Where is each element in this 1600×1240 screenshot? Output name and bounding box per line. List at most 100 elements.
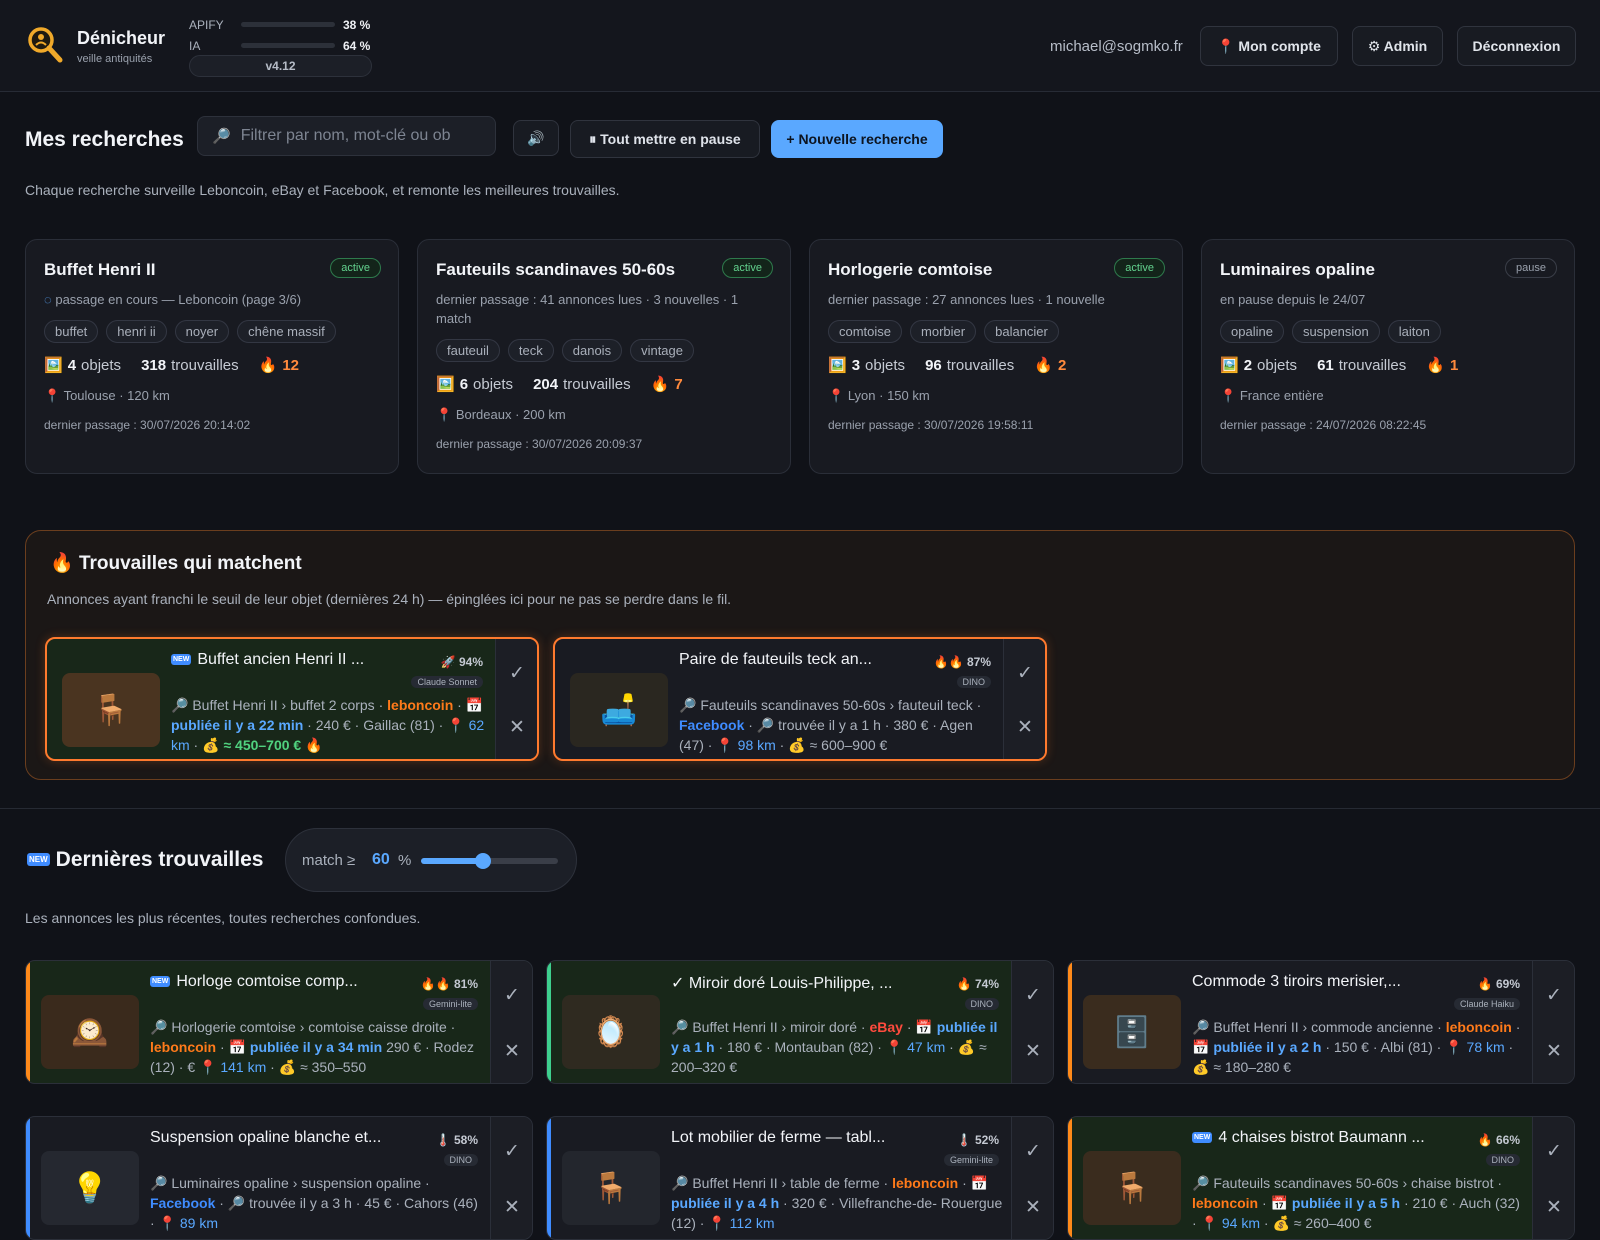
keyword-tag[interactable]: vintage bbox=[630, 339, 694, 362]
accept-button[interactable]: ✓ bbox=[1533, 975, 1574, 1015]
listing-title[interactable]: Lot mobilier de ferme — tabl... bbox=[671, 1129, 915, 1147]
accept-button[interactable]: ✓ bbox=[496, 653, 537, 693]
listing-thumbnail[interactable]: 🪞 bbox=[562, 995, 660, 1069]
listing-title[interactable]: NEW Horloge comtoise comp... bbox=[150, 973, 394, 991]
status-badge[interactable]: pause bbox=[1505, 258, 1557, 278]
slider-handle[interactable] bbox=[474, 853, 491, 869]
keyword-tag[interactable]: danois bbox=[561, 339, 623, 362]
match-score: 🔥 69% bbox=[1478, 977, 1520, 991]
keyword-tag[interactable]: comtoise bbox=[828, 320, 903, 343]
accept-button[interactable]: ✓ bbox=[1012, 1131, 1053, 1171]
match-threshold-slider[interactable]: match ≥ 60 % bbox=[285, 828, 577, 892]
keyword-tag[interactable]: opaline bbox=[1220, 320, 1284, 343]
listing-title[interactable]: Suspension opaline blanche et... bbox=[150, 1129, 394, 1147]
search-filter-input[interactable]: 🔎 Filtrer par nom, mot-clé ou ob bbox=[197, 116, 496, 156]
listing-title[interactable]: Paire de fauteuils teck an... bbox=[679, 651, 909, 669]
accept-button[interactable]: ✓ bbox=[491, 1131, 532, 1171]
listing-card[interactable]: 💡 Suspension opaline blanche et... 🌡️ 58% D… bbox=[25, 1116, 533, 1240]
logout-button[interactable]: Déconnexion bbox=[1457, 26, 1576, 66]
listing-actions: ✓ ✕ bbox=[490, 961, 532, 1083]
last-run: dernier passage : 30/07/2026 20:09:37 bbox=[436, 437, 643, 451]
keyword-tag[interactable]: laiton bbox=[1387, 320, 1441, 343]
listing-card[interactable]: 🗄️ Commode 3 tiroirs merisier,... 🔥 69% Cla… bbox=[1067, 960, 1575, 1084]
source-link[interactable]: leboncoin bbox=[387, 697, 453, 713]
keyword-tag[interactable]: henri ii bbox=[106, 320, 167, 343]
listing-title[interactable]: ✓ Miroir doré Louis-Philippe, ... bbox=[671, 973, 915, 993]
image-icon: 🖼️ bbox=[1220, 357, 1239, 374]
score-icon: 🚀 bbox=[440, 655, 456, 669]
source-link[interactable]: leboncoin bbox=[150, 1039, 216, 1055]
model-badge: DINO bbox=[443, 1154, 478, 1166]
keyword-tag[interactable]: suspension bbox=[1291, 320, 1380, 343]
listing-card[interactable]: 🪑 NEW 4 chaises bistrot Baumann ... 🔥 66% DI… bbox=[1067, 1116, 1575, 1240]
new-search-button[interactable]: + Nouvelle recherche bbox=[771, 120, 943, 158]
accept-button[interactable]: ✓ bbox=[491, 975, 532, 1015]
dismiss-button[interactable]: ✕ bbox=[1012, 1031, 1053, 1071]
listing-card[interactable]: 🪞 ✓ Miroir doré Louis-Philippe, ... 🔥 74% D… bbox=[546, 960, 1054, 1084]
score-icon: 🔥 bbox=[1477, 977, 1493, 991]
keyword-tag[interactable]: chêne massif bbox=[237, 320, 336, 343]
tag-list: opaline suspension laiton bbox=[1220, 320, 1556, 343]
status-badge[interactable]: active bbox=[1114, 258, 1165, 278]
listing-actions: ✓ ✕ bbox=[1532, 1117, 1574, 1239]
source-link[interactable]: Facebook bbox=[679, 717, 744, 733]
dismiss-button[interactable]: ✕ bbox=[1012, 1187, 1053, 1227]
search-card[interactable]: Fauteuils scandinaves 50-60s active dernie… bbox=[417, 239, 791, 474]
status-badge[interactable]: active bbox=[330, 258, 381, 278]
listing-thumbnail[interactable]: 🪑 bbox=[1083, 1151, 1181, 1225]
listing-card[interactable]: 🕰️ NEW Horloge comtoise comp... 🔥🔥 81% Gemin… bbox=[25, 960, 533, 1084]
accept-button[interactable]: ✓ bbox=[1004, 653, 1045, 693]
listing-thumbnail[interactable]: 🪑 bbox=[62, 673, 160, 747]
listing-thumbnail[interactable]: 🛋️ bbox=[570, 673, 668, 747]
dismiss-button[interactable]: ✕ bbox=[1533, 1187, 1574, 1227]
distance: 112 km bbox=[729, 1215, 775, 1231]
listing-thumbnail[interactable]: 🪑 bbox=[562, 1151, 660, 1225]
accept-button[interactable]: ✓ bbox=[1533, 1131, 1574, 1171]
source-link[interactable]: leboncoin bbox=[1192, 1195, 1258, 1211]
dismiss-button[interactable]: ✕ bbox=[1533, 1031, 1574, 1071]
keyword-tag[interactable]: morbier bbox=[910, 320, 977, 343]
keyword-tag[interactable]: buffet bbox=[44, 320, 99, 343]
search-icon: 🔎 bbox=[671, 1175, 693, 1191]
source-link[interactable]: leboncoin bbox=[892, 1175, 958, 1191]
source-link[interactable]: leboncoin bbox=[1446, 1019, 1512, 1035]
account-button[interactable]: 📍 Mon compte bbox=[1200, 26, 1338, 66]
source-link[interactable]: eBay bbox=[869, 1019, 902, 1035]
sound-toggle-button[interactable]: 🔊 bbox=[513, 120, 559, 156]
slider-fill bbox=[421, 858, 483, 864]
listing-thumbnail[interactable]: 🕰️ bbox=[41, 995, 139, 1069]
dismiss-button[interactable]: ✕ bbox=[1004, 707, 1045, 747]
listing-card[interactable]: 🛋️ Paire de fauteuils teck an... 🔥🔥 87% DIN… bbox=[553, 637, 1047, 761]
listing-thumbnail[interactable]: 💡 bbox=[41, 1151, 139, 1225]
score-icon: 🌡️ bbox=[435, 1133, 451, 1147]
source-link[interactable]: Facebook bbox=[150, 1195, 215, 1211]
dismiss-button[interactable]: ✕ bbox=[491, 1031, 532, 1071]
listing-title[interactable]: Commode 3 tiroirs merisier,... bbox=[1192, 973, 1436, 991]
search-card[interactable]: Buffet Henri II active ◌ passage en cours … bbox=[25, 239, 399, 474]
listing-title[interactable]: NEW 4 chaises bistrot Baumann ... bbox=[1192, 1129, 1436, 1147]
keyword-tag[interactable]: balancier bbox=[984, 320, 1059, 343]
pin-icon: 📍 bbox=[828, 388, 848, 403]
search-card-meta: dernier passage : 41 annonces lues · 3 n… bbox=[436, 290, 772, 328]
accept-button[interactable]: ✓ bbox=[1012, 975, 1053, 1015]
admin-button[interactable]: ⚙ Admin bbox=[1352, 26, 1443, 66]
keyword-tag[interactable]: fauteuil bbox=[436, 339, 500, 362]
dismiss-button[interactable]: ✕ bbox=[491, 1187, 532, 1227]
listing-title[interactable]: NEW Buffet ancien Henri II ... bbox=[171, 651, 401, 669]
status-badge[interactable]: active bbox=[722, 258, 773, 278]
search-card[interactable]: Luminaires opaline pause en pause depuis l… bbox=[1201, 239, 1575, 474]
dismiss-button[interactable]: ✕ bbox=[496, 707, 537, 747]
listing-card[interactable]: 🪑 Lot mobilier de ferme — tabl... 🌡️ 52% Ge… bbox=[546, 1116, 1054, 1240]
matches-title: Trouvailles qui matchent bbox=[78, 553, 302, 574]
keyword-tag[interactable]: noyer bbox=[174, 320, 230, 343]
brand-tagline: veille antiquités bbox=[77, 53, 153, 65]
listing-thumbnail[interactable]: 🗄️ bbox=[1083, 995, 1181, 1069]
pause-all-button[interactable]: ⏸ Tout mettre en pause bbox=[570, 120, 760, 158]
keyword-tag[interactable]: teck bbox=[507, 339, 554, 362]
search-icon: 🔎 bbox=[756, 717, 779, 733]
search-card[interactable]: Horlogerie comtoise active dernier passage… bbox=[809, 239, 1183, 474]
listing-meta: 🔎 Buffet Henri II › commode ancienne · l… bbox=[1192, 1019, 1521, 1075]
listing-card[interactable]: 🪑 NEW Buffet ancien Henri II ... 🚀 94% Claud… bbox=[45, 637, 539, 761]
slider-track[interactable] bbox=[421, 853, 558, 869]
model-badge: DINO bbox=[1485, 1154, 1520, 1166]
